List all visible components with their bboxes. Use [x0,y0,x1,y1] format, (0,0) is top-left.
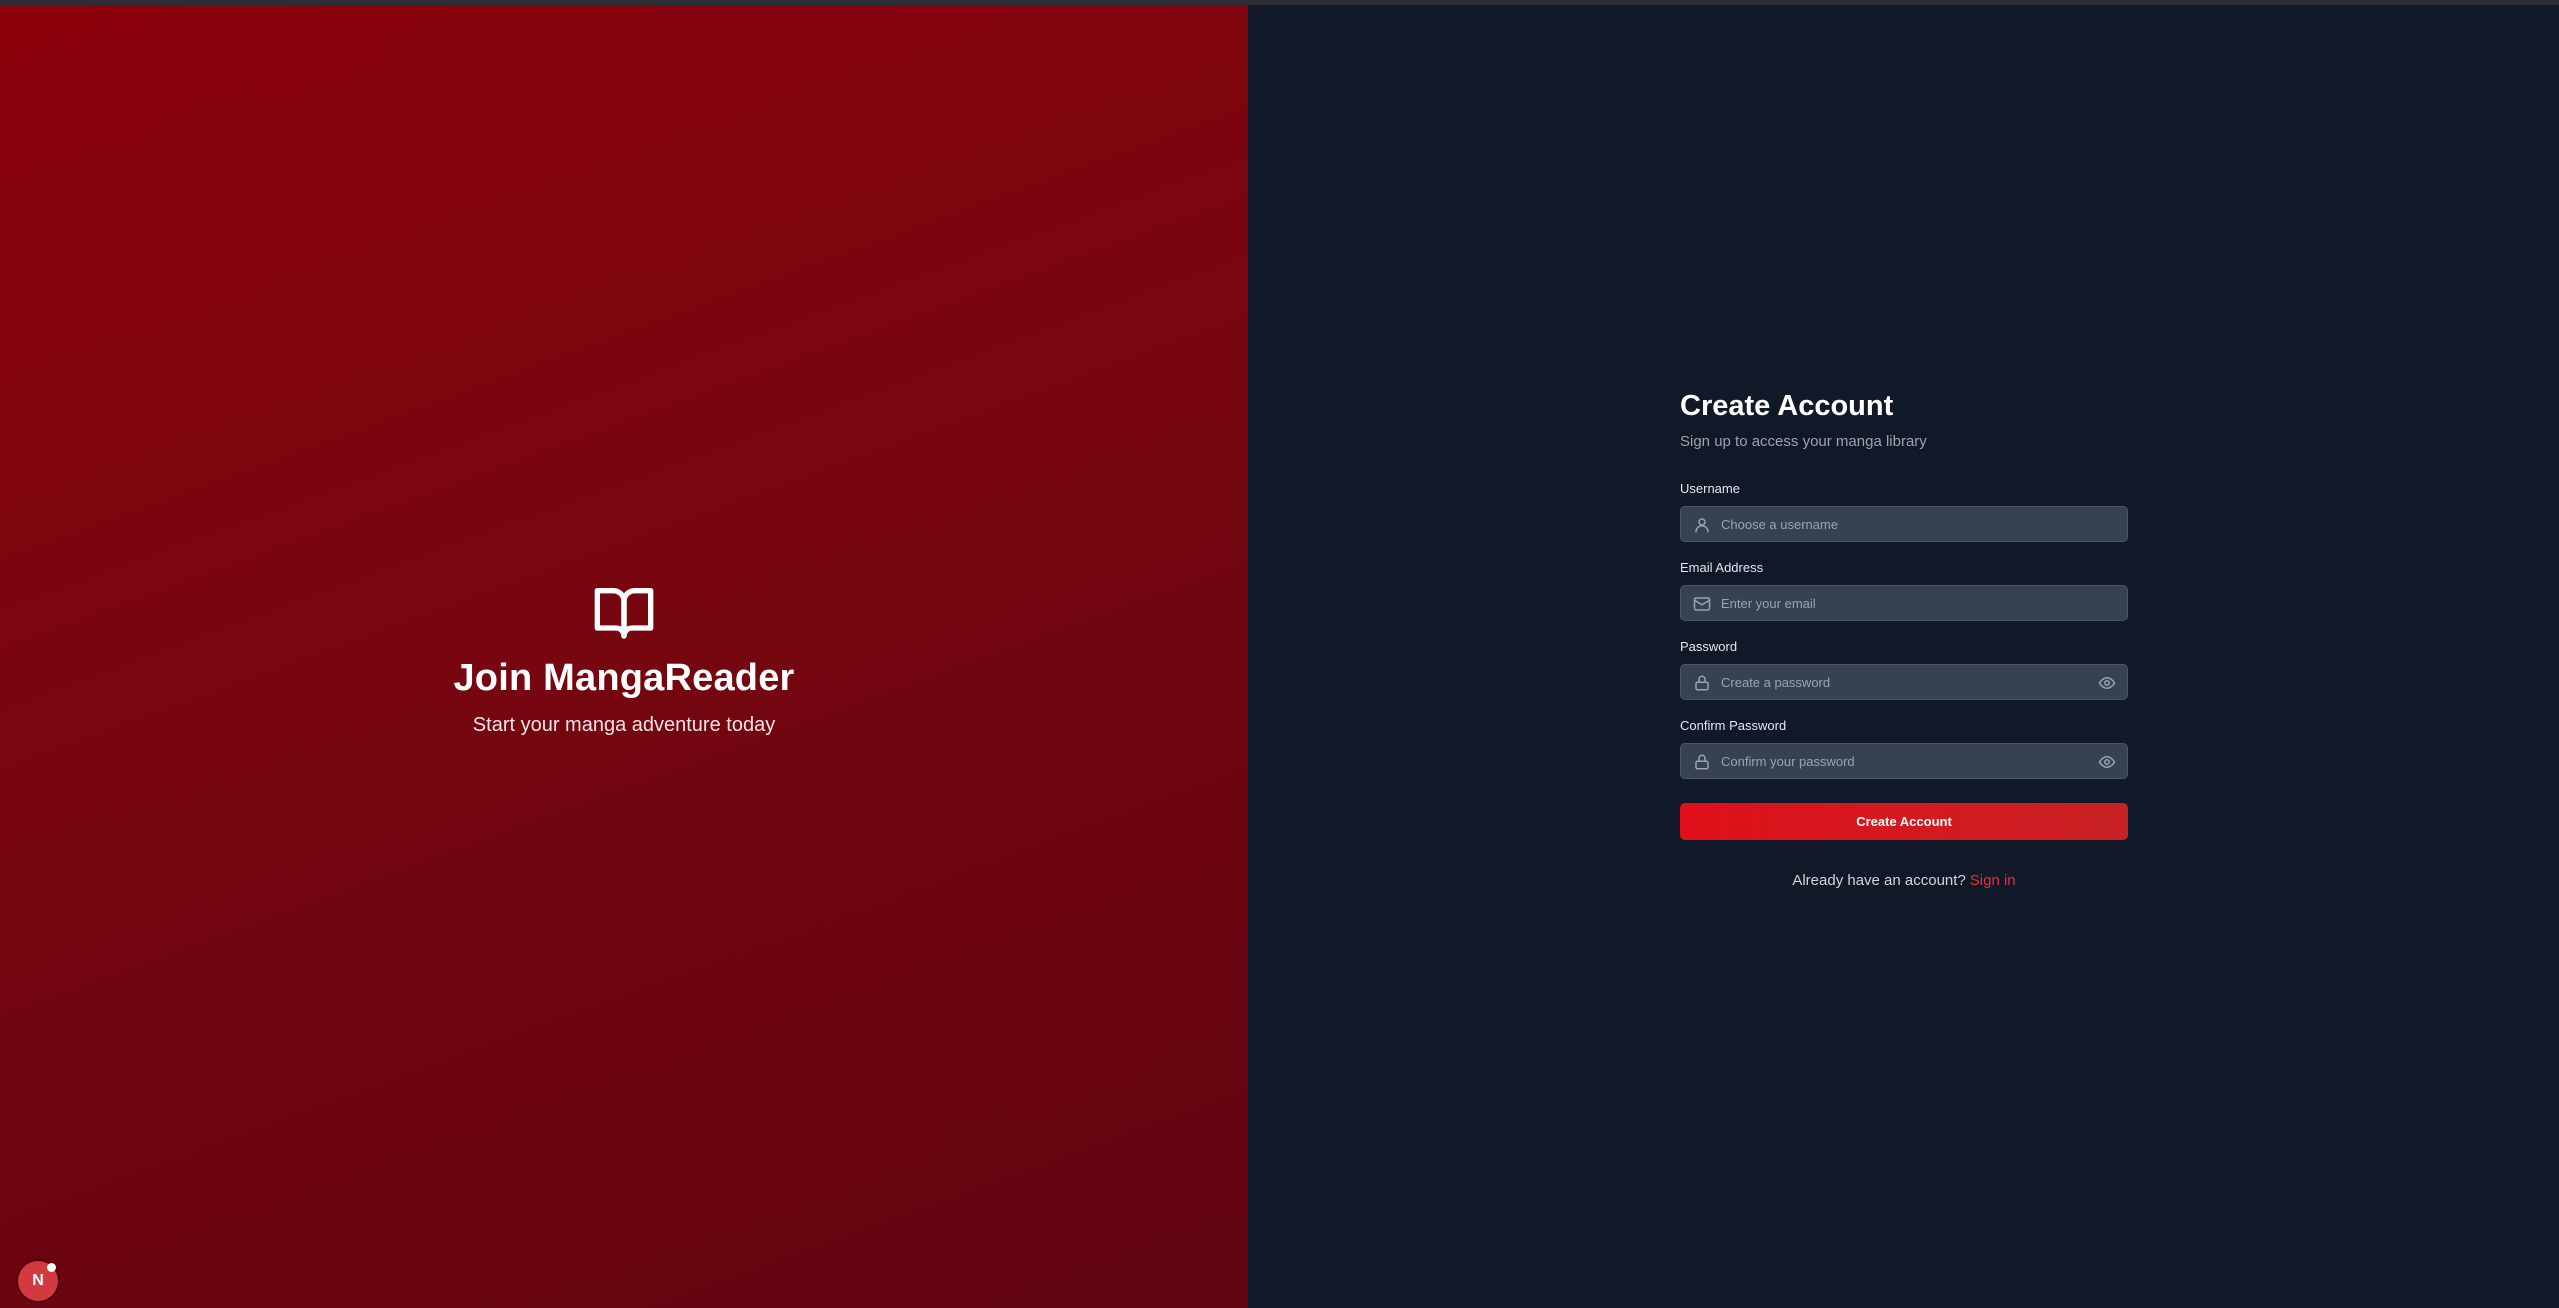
open-book-icon [594,588,654,639]
username-label: Username [1680,481,1740,496]
username-input-wrapper [1680,506,2128,542]
badge-indicator-dot [47,1263,56,1272]
password-input[interactable] [1721,665,2081,699]
eye-icon[interactable] [2098,753,2116,771]
email-field-group: Email Address [1680,560,2128,621]
email-label: Email Address [1680,560,1764,575]
signin-link[interactable]: Sign in [1970,872,2016,889]
user-icon [1695,518,1709,533]
signin-prompt-text: Already have an account? [1792,872,1966,889]
eye-icon[interactable] [2098,674,2116,692]
confirm-password-input-wrapper [1680,743,2128,779]
signin-prompt-row: Already have an account? Sign in [1680,872,2128,889]
confirm-password-field-group: Confirm Password [1680,718,2128,779]
confirm-password-label: Confirm Password [1680,718,1787,733]
hero-panel: Join MangaReader Start your manga advent… [0,5,1248,1308]
password-label: Password [1680,639,1738,654]
signup-panel: Create Account Sign up to access your ma… [1248,5,2559,1308]
username-field-group: Username [1680,481,2128,542]
lock-icon [1695,754,1709,770]
mail-icon [1693,597,1711,611]
password-input-wrapper [1680,664,2128,700]
lock-icon [1695,675,1709,691]
form-title: Create Account [1680,390,1894,422]
signup-form: Create Account Sign up to access your ma… [1680,390,2128,889]
email-input[interactable] [1721,586,2081,620]
email-input-wrapper [1680,585,2128,621]
nextjs-dev-badge[interactable]: N [18,1261,58,1301]
hero-content: Join MangaReader Start your manga advent… [0,580,1248,737]
username-input[interactable] [1721,507,2081,541]
create-account-button[interactable]: Create Account [1680,803,2128,840]
confirm-password-input[interactable] [1721,744,2081,778]
hero-title: Join MangaReader [453,657,795,699]
hero-subtitle: Start your manga adventure today [472,714,776,736]
nextjs-icon: N [32,1272,44,1289]
form-subtitle: Sign up to access your manga library [1680,433,1927,450]
password-field-group: Password [1680,639,2128,700]
